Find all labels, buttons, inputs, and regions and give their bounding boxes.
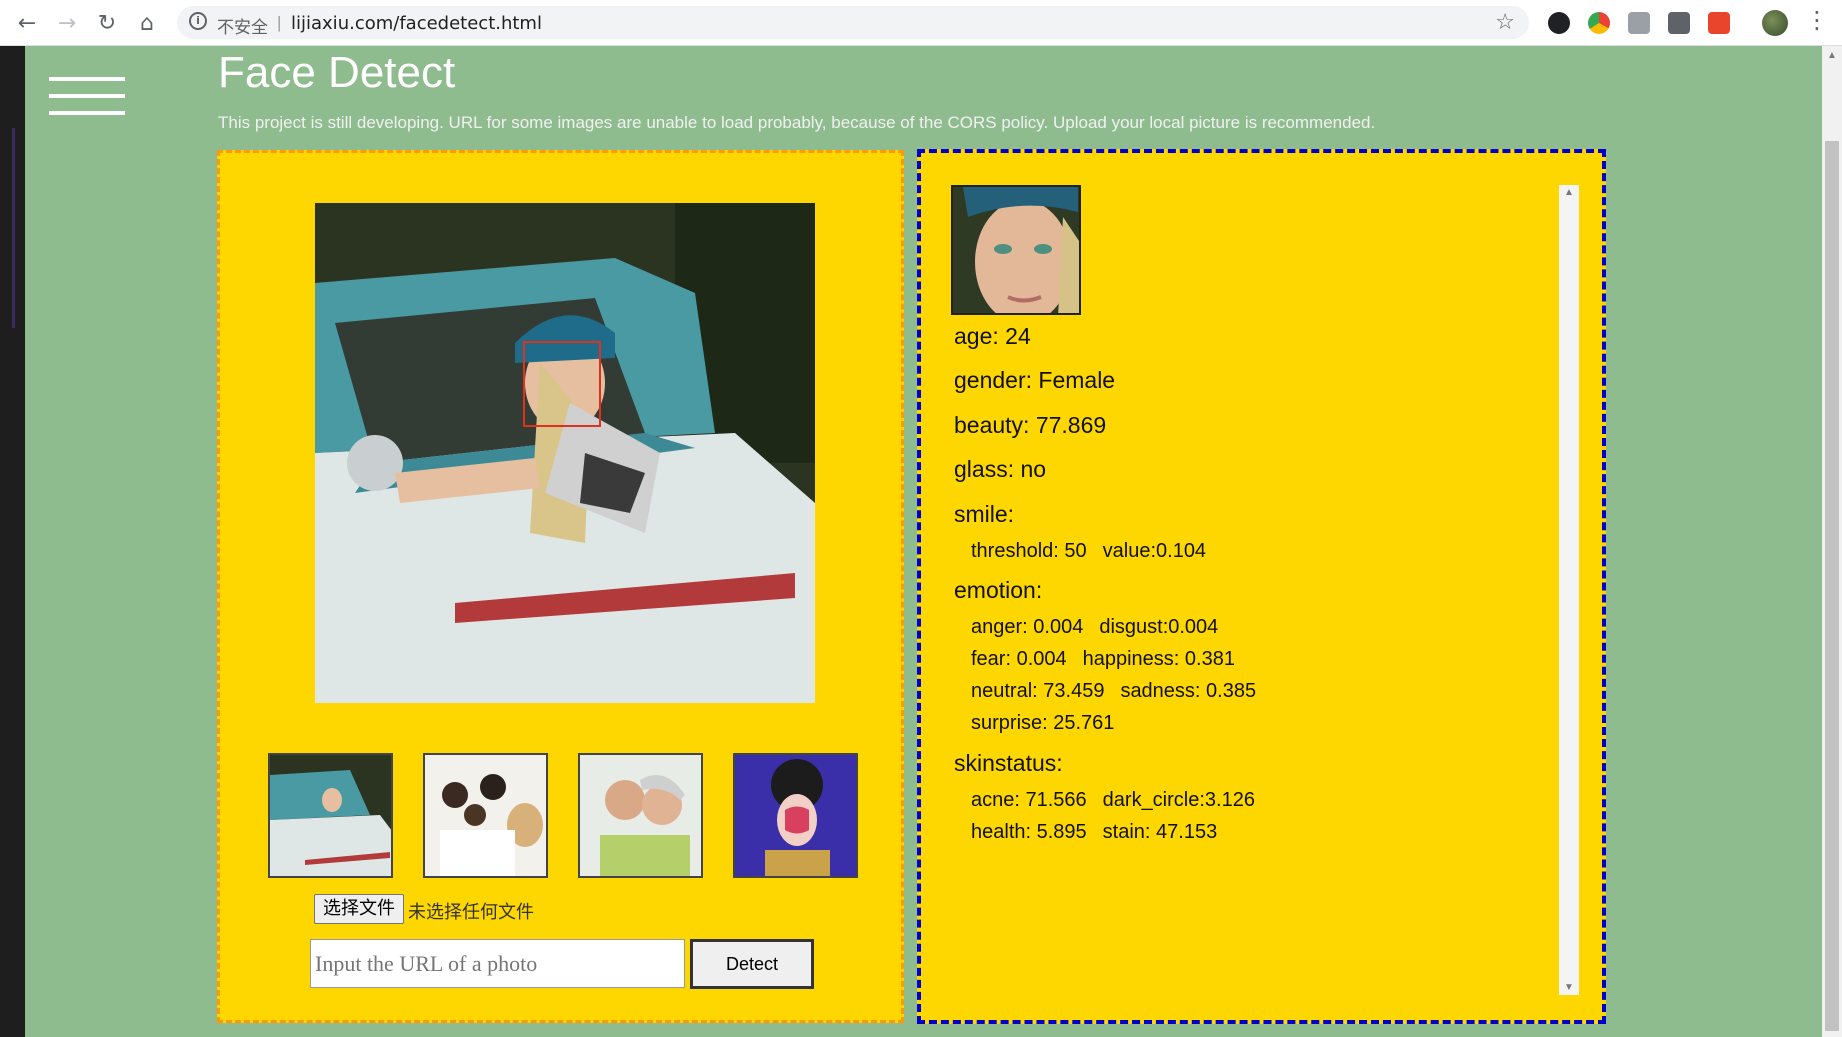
sample-thumbnail-elderly-couple[interactable] [578, 753, 703, 878]
info-icon[interactable]: i [189, 12, 207, 30]
browser-menu-icon[interactable]: ⋮ [1805, 6, 1829, 34]
emotion-row-1: anger: 0.004 disgust:0.004 [971, 616, 1218, 639]
extension-chrome-icon[interactable] [1588, 12, 1610, 34]
page-scroll-up-icon[interactable]: ▲ [1827, 50, 1837, 61]
url-separator: | [277, 13, 282, 32]
emotion-anger: anger: 0.004 [971, 616, 1084, 638]
scroll-down-arrow-icon[interactable]: ▼ [1564, 982, 1574, 993]
detected-face-box [523, 341, 601, 427]
reload-icon[interactable]: ↻ [92, 8, 122, 38]
forward-icon[interactable]: → [52, 8, 82, 38]
left-edge-strip [0, 46, 25, 1037]
input-panel: 选择文件 未选择任何文件 Detect [217, 150, 904, 1023]
gender-field: gender: Female [954, 367, 1116, 393]
hamburger-menu-icon[interactable] [49, 77, 125, 117]
page-notice: This project is still developing. URL fo… [218, 113, 1376, 132]
result-panel: age: 24 gender: Female beauty: 77.869 gl… [917, 149, 1606, 1024]
emotion-disgust: disgust:0.004 [1099, 616, 1219, 638]
choose-file-button[interactable]: 选择文件 [314, 894, 404, 924]
emotion-row-4: surprise: 25.761 [971, 712, 1114, 735]
detected-face-thumbnail [951, 185, 1081, 315]
skin-health: health: 5.895 [971, 821, 1087, 843]
emotion-heading: emotion: [954, 577, 1043, 603]
smile-value: value:0.104 [1102, 540, 1207, 562]
skin-acne: acne: 71.566 [971, 789, 1087, 811]
main-photo [315, 203, 815, 703]
page-title: Face Detect [218, 48, 456, 97]
glass-field: glass: no [954, 456, 1047, 482]
sample-thumbnail-truck[interactable] [268, 753, 393, 878]
page-scroll-thumb[interactable] [1825, 141, 1839, 1031]
address-bar[interactable]: i 不安全 | lijiaxiu.com/facedetect.html ☆ [177, 6, 1529, 39]
extension-off-icon[interactable] [1708, 12, 1730, 34]
beauty-field: beauty: 77.869 [954, 412, 1107, 438]
emotion-sadness: sadness: 0.385 [1120, 680, 1257, 702]
sample-thumbnail-family[interactable] [423, 753, 548, 878]
bookmark-star-icon[interactable]: ☆ [1495, 10, 1515, 35]
home-icon[interactable]: ⌂ [132, 8, 162, 38]
extension-e-icon[interactable] [1548, 12, 1570, 34]
back-icon[interactable]: ← [12, 8, 42, 38]
skin-stain: stain: 47.153 [1102, 821, 1218, 843]
emotion-neutral: neutral: 73.459 [971, 680, 1105, 702]
extension-grid-icon[interactable] [1628, 12, 1650, 34]
emotion-surprise: surprise: 25.761 [971, 712, 1115, 734]
extension-c-icon[interactable] [1668, 12, 1690, 34]
emotion-fear: fear: 0.004 [971, 648, 1067, 670]
emotion-row-2: fear: 0.004 happiness: 0.381 [971, 648, 1235, 671]
skin-row-2: health: 5.895 stain: 47.153 [971, 821, 1217, 844]
insecure-label: 不安全 [217, 18, 268, 38]
browser-toolbar: ← → ↻ ⌂ i 不安全 | lijiaxiu.com/facedetect.… [0, 0, 1842, 46]
scroll-up-arrow-icon[interactable]: ▲ [1564, 187, 1574, 198]
emotion-row-3: neutral: 73.459 sadness: 0.385 [971, 680, 1256, 703]
profile-avatar[interactable] [1762, 10, 1788, 36]
photo-url-input[interactable] [310, 939, 685, 988]
result-scrollbar[interactable]: ▲ ▼ [1559, 185, 1579, 995]
file-status-text: 未选择任何文件 [408, 902, 534, 923]
smile-heading: smile: [954, 501, 1015, 527]
page-scrollbar[interactable]: ▲ [1822, 46, 1842, 1037]
sample-thumbnail-opera[interactable] [733, 753, 858, 878]
skin-row-1: acne: 71.566 dark_circle:3.126 [971, 789, 1255, 812]
age-field: age: 24 [954, 323, 1031, 349]
emotion-happiness: happiness: 0.381 [1082, 648, 1235, 670]
skin-dark-circle: dark_circle:3.126 [1102, 789, 1255, 811]
smile-threshold: threshold: 50 [971, 540, 1087, 562]
skinstatus-heading: skinstatus: [954, 750, 1063, 776]
detect-button[interactable]: Detect [690, 939, 814, 989]
smile-values: threshold: 50 value:0.104 [971, 540, 1206, 563]
url-text[interactable]: lijiaxiu.com/facedetect.html [291, 13, 542, 34]
